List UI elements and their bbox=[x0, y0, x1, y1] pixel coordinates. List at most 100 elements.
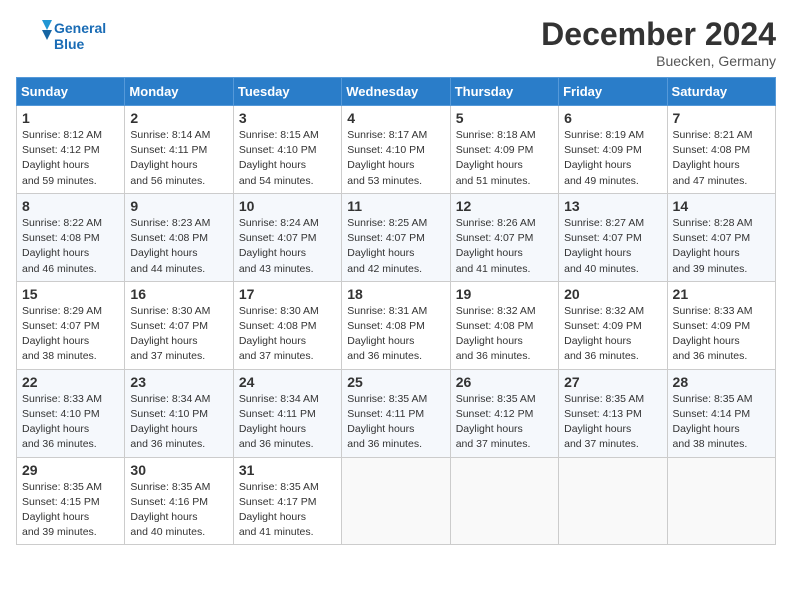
day-cell-1: 1 Sunrise: 8:12 AM Sunset: 4:12 PM Dayli… bbox=[17, 106, 125, 194]
day-number: 8 bbox=[22, 198, 119, 214]
day-cell-29: 29 Sunrise: 8:35 AM Sunset: 4:15 PM Dayl… bbox=[17, 457, 125, 545]
day-info: Sunrise: 8:22 AM Sunset: 4:08 PM Dayligh… bbox=[22, 216, 119, 277]
title-block: December 2024 Buecken, Germany bbox=[541, 16, 776, 69]
week-row-5: 29 Sunrise: 8:35 AM Sunset: 4:15 PM Dayl… bbox=[17, 457, 776, 545]
day-info: Sunrise: 8:34 AM Sunset: 4:11 PM Dayligh… bbox=[239, 392, 336, 453]
day-info: Sunrise: 8:35 AM Sunset: 4:15 PM Dayligh… bbox=[22, 480, 119, 541]
day-info: Sunrise: 8:26 AM Sunset: 4:07 PM Dayligh… bbox=[456, 216, 553, 277]
day-number: 7 bbox=[673, 110, 770, 126]
day-info: Sunrise: 8:18 AM Sunset: 4:09 PM Dayligh… bbox=[456, 128, 553, 189]
day-cell-7: 7 Sunrise: 8:21 AM Sunset: 4:08 PM Dayli… bbox=[667, 106, 775, 194]
day-info: Sunrise: 8:25 AM Sunset: 4:07 PM Dayligh… bbox=[347, 216, 444, 277]
day-info: Sunrise: 8:33 AM Sunset: 4:09 PM Dayligh… bbox=[673, 304, 770, 365]
day-cell-15: 15 Sunrise: 8:29 AM Sunset: 4:07 PM Dayl… bbox=[17, 281, 125, 369]
day-info: Sunrise: 8:35 AM Sunset: 4:17 PM Dayligh… bbox=[239, 480, 336, 541]
day-number: 24 bbox=[239, 374, 336, 390]
day-cell-28: 28 Sunrise: 8:35 AM Sunset: 4:14 PM Dayl… bbox=[667, 369, 775, 457]
day-info: Sunrise: 8:24 AM Sunset: 4:07 PM Dayligh… bbox=[239, 216, 336, 277]
day-info: Sunrise: 8:12 AM Sunset: 4:12 PM Dayligh… bbox=[22, 128, 119, 189]
day-cell-24: 24 Sunrise: 8:34 AM Sunset: 4:11 PM Dayl… bbox=[233, 369, 341, 457]
empty-cell bbox=[450, 457, 558, 545]
day-number: 30 bbox=[130, 462, 227, 478]
header-friday: Friday bbox=[559, 78, 667, 106]
day-cell-26: 26 Sunrise: 8:35 AM Sunset: 4:12 PM Dayl… bbox=[450, 369, 558, 457]
day-cell-31: 31 Sunrise: 8:35 AM Sunset: 4:17 PM Dayl… bbox=[233, 457, 341, 545]
day-number: 14 bbox=[673, 198, 770, 214]
day-cell-9: 9 Sunrise: 8:23 AM Sunset: 4:08 PM Dayli… bbox=[125, 193, 233, 281]
day-info: Sunrise: 8:35 AM Sunset: 4:11 PM Dayligh… bbox=[347, 392, 444, 453]
day-info: Sunrise: 8:21 AM Sunset: 4:08 PM Dayligh… bbox=[673, 128, 770, 189]
day-number: 26 bbox=[456, 374, 553, 390]
day-cell-18: 18 Sunrise: 8:31 AM Sunset: 4:08 PM Dayl… bbox=[342, 281, 450, 369]
day-info: Sunrise: 8:33 AM Sunset: 4:10 PM Dayligh… bbox=[22, 392, 119, 453]
day-cell-10: 10 Sunrise: 8:24 AM Sunset: 4:07 PM Dayl… bbox=[233, 193, 341, 281]
week-row-2: 8 Sunrise: 8:22 AM Sunset: 4:08 PM Dayli… bbox=[17, 193, 776, 281]
day-number: 4 bbox=[347, 110, 444, 126]
day-cell-14: 14 Sunrise: 8:28 AM Sunset: 4:07 PM Dayl… bbox=[667, 193, 775, 281]
day-number: 31 bbox=[239, 462, 336, 478]
week-row-3: 15 Sunrise: 8:29 AM Sunset: 4:07 PM Dayl… bbox=[17, 281, 776, 369]
day-cell-11: 11 Sunrise: 8:25 AM Sunset: 4:07 PM Dayl… bbox=[342, 193, 450, 281]
day-number: 2 bbox=[130, 110, 227, 126]
day-cell-30: 30 Sunrise: 8:35 AM Sunset: 4:16 PM Dayl… bbox=[125, 457, 233, 545]
day-number: 17 bbox=[239, 286, 336, 302]
day-cell-8: 8 Sunrise: 8:22 AM Sunset: 4:08 PM Dayli… bbox=[17, 193, 125, 281]
day-number: 13 bbox=[564, 198, 661, 214]
header-thursday: Thursday bbox=[450, 78, 558, 106]
day-number: 19 bbox=[456, 286, 553, 302]
empty-cell bbox=[342, 457, 450, 545]
day-cell-20: 20 Sunrise: 8:32 AM Sunset: 4:09 PM Dayl… bbox=[559, 281, 667, 369]
day-number: 6 bbox=[564, 110, 661, 126]
day-cell-6: 6 Sunrise: 8:19 AM Sunset: 4:09 PM Dayli… bbox=[559, 106, 667, 194]
header-monday: Monday bbox=[125, 78, 233, 106]
day-number: 18 bbox=[347, 286, 444, 302]
page-header: General Blue December 2024 Buecken, Germ… bbox=[16, 16, 776, 69]
page-title: December 2024 bbox=[541, 16, 776, 53]
day-info: Sunrise: 8:34 AM Sunset: 4:10 PM Dayligh… bbox=[130, 392, 227, 453]
day-info: Sunrise: 8:32 AM Sunset: 4:09 PM Dayligh… bbox=[564, 304, 661, 365]
day-number: 28 bbox=[673, 374, 770, 390]
day-info: Sunrise: 8:15 AM Sunset: 4:10 PM Dayligh… bbox=[239, 128, 336, 189]
header-wednesday: Wednesday bbox=[342, 78, 450, 106]
day-info: Sunrise: 8:35 AM Sunset: 4:16 PM Dayligh… bbox=[130, 480, 227, 541]
logo: General Blue bbox=[16, 16, 106, 56]
day-number: 12 bbox=[456, 198, 553, 214]
day-cell-27: 27 Sunrise: 8:35 AM Sunset: 4:13 PM Dayl… bbox=[559, 369, 667, 457]
header-tuesday: Tuesday bbox=[233, 78, 341, 106]
week-row-4: 22 Sunrise: 8:33 AM Sunset: 4:10 PM Dayl… bbox=[17, 369, 776, 457]
day-info: Sunrise: 8:35 AM Sunset: 4:14 PM Dayligh… bbox=[673, 392, 770, 453]
logo-svg bbox=[16, 16, 52, 56]
day-cell-2: 2 Sunrise: 8:14 AM Sunset: 4:11 PM Dayli… bbox=[125, 106, 233, 194]
day-cell-3: 3 Sunrise: 8:15 AM Sunset: 4:10 PM Dayli… bbox=[233, 106, 341, 194]
empty-cell bbox=[667, 457, 775, 545]
day-number: 20 bbox=[564, 286, 661, 302]
day-cell-21: 21 Sunrise: 8:33 AM Sunset: 4:09 PM Dayl… bbox=[667, 281, 775, 369]
day-info: Sunrise: 8:14 AM Sunset: 4:11 PM Dayligh… bbox=[130, 128, 227, 189]
day-cell-22: 22 Sunrise: 8:33 AM Sunset: 4:10 PM Dayl… bbox=[17, 369, 125, 457]
day-number: 21 bbox=[673, 286, 770, 302]
day-info: Sunrise: 8:17 AM Sunset: 4:10 PM Dayligh… bbox=[347, 128, 444, 189]
day-cell-16: 16 Sunrise: 8:30 AM Sunset: 4:07 PM Dayl… bbox=[125, 281, 233, 369]
day-info: Sunrise: 8:30 AM Sunset: 4:07 PM Dayligh… bbox=[130, 304, 227, 365]
day-cell-25: 25 Sunrise: 8:35 AM Sunset: 4:11 PM Dayl… bbox=[342, 369, 450, 457]
week-row-1: 1 Sunrise: 8:12 AM Sunset: 4:12 PM Dayli… bbox=[17, 106, 776, 194]
day-number: 25 bbox=[347, 374, 444, 390]
day-info: Sunrise: 8:28 AM Sunset: 4:07 PM Dayligh… bbox=[673, 216, 770, 277]
day-number: 3 bbox=[239, 110, 336, 126]
day-info: Sunrise: 8:23 AM Sunset: 4:08 PM Dayligh… bbox=[130, 216, 227, 277]
day-cell-5: 5 Sunrise: 8:18 AM Sunset: 4:09 PM Dayli… bbox=[450, 106, 558, 194]
day-number: 1 bbox=[22, 110, 119, 126]
day-info: Sunrise: 8:35 AM Sunset: 4:13 PM Dayligh… bbox=[564, 392, 661, 453]
day-info: Sunrise: 8:19 AM Sunset: 4:09 PM Dayligh… bbox=[564, 128, 661, 189]
day-info: Sunrise: 8:29 AM Sunset: 4:07 PM Dayligh… bbox=[22, 304, 119, 365]
day-cell-17: 17 Sunrise: 8:30 AM Sunset: 4:08 PM Dayl… bbox=[233, 281, 341, 369]
day-info: Sunrise: 8:30 AM Sunset: 4:08 PM Dayligh… bbox=[239, 304, 336, 365]
day-number: 10 bbox=[239, 198, 336, 214]
header-saturday: Saturday bbox=[667, 78, 775, 106]
day-cell-4: 4 Sunrise: 8:17 AM Sunset: 4:10 PM Dayli… bbox=[342, 106, 450, 194]
day-number: 9 bbox=[130, 198, 227, 214]
day-number: 11 bbox=[347, 198, 444, 214]
day-number: 5 bbox=[456, 110, 553, 126]
day-number: 22 bbox=[22, 374, 119, 390]
day-cell-23: 23 Sunrise: 8:34 AM Sunset: 4:10 PM Dayl… bbox=[125, 369, 233, 457]
